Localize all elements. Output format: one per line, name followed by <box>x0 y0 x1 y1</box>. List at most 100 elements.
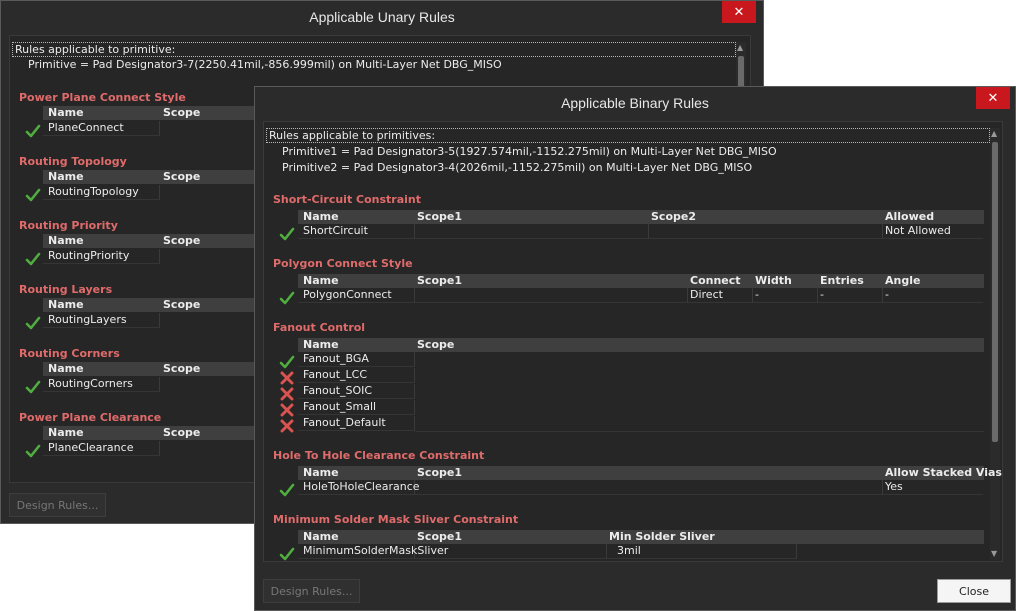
short-circuit-allowed-value: Not Allowed <box>883 224 983 239</box>
unary-scroll-up-icon[interactable]: ▲ <box>737 44 743 52</box>
binary-scrollbar[interactable]: ▲ ▼ <box>990 128 1000 560</box>
check-icon <box>25 380 41 394</box>
unary-section-title: Routing Topology <box>19 155 127 168</box>
polygon-connect-rule-name[interactable]: PolygonConnect <box>298 288 415 303</box>
solder-mask-value: 3mil <box>607 544 797 559</box>
binary-primitive2-text: Primitive2 = Pad Designator3-4(2026mil,-… <box>282 161 753 174</box>
polygon-connect-width-value: - <box>753 288 818 303</box>
unary-design-rules-button[interactable]: Design Rules... <box>9 493 106 517</box>
col-allowed: Allowed <box>885 210 935 223</box>
cross-icon <box>280 419 294 433</box>
unary-rule-name[interactable]: RoutingLayers <box>43 313 160 328</box>
unary-close-x-button[interactable]: ✕ <box>722 1 756 23</box>
col-scope1: Scope1 <box>417 210 462 223</box>
short-circuit-scope2-cell <box>649 224 883 239</box>
fanout-col-header: Name Scope <box>298 338 984 352</box>
cross-icon <box>280 371 294 385</box>
unary-rule-name[interactable]: PlaneClearance <box>43 441 160 456</box>
unary-section-title: Power Plane Connect Style <box>19 91 186 104</box>
short-circuit-col-header: Name Scope1 Scope2 Allowed <box>298 210 984 224</box>
fanout-rule-name[interactable]: Fanout_SOIC <box>298 384 415 399</box>
unary-rule-name[interactable]: PlaneConnect <box>43 121 160 136</box>
col-scope: Scope <box>163 170 201 183</box>
check-icon <box>279 291 295 305</box>
fanout-scope-cell <box>415 352 984 432</box>
col-scope2: Scope2 <box>651 210 696 223</box>
col-scope1: Scope1 <box>417 466 462 479</box>
short-circuit-rule-name[interactable]: ShortCircuit <box>298 224 415 239</box>
col-min-solder-sliver: Min Solder Sliver <box>609 530 715 543</box>
fanout-rule-name[interactable]: Fanout_LCC <box>298 368 415 383</box>
solder-mask-scope1-cell <box>415 544 607 559</box>
polygon-connect-angle-value: - <box>883 288 983 303</box>
short-circuit-scope1-cell <box>415 224 649 239</box>
polygon-connect-col-header: Name Scope1 Connect Width Entries Angle <box>298 274 984 288</box>
fanout-rule-name[interactable]: Fanout_BGA <box>298 352 415 367</box>
solder-mask-col-header: Name Scope1 Min Solder Sliver <box>298 530 984 544</box>
col-name: Name <box>303 274 339 287</box>
hole-to-hole-scope1-cell <box>415 480 883 495</box>
col-scope: Scope <box>163 426 201 439</box>
binary-scroll-thumb[interactable] <box>992 142 998 442</box>
col-scope: Scope <box>417 338 455 351</box>
unary-rules-header: Rules applicable to primitive: <box>12 42 736 57</box>
col-name: Name <box>303 530 339 543</box>
hole-to-hole-col-header: Name Scope1 Allow Stacked Vias <box>298 466 1002 480</box>
col-scope1: Scope1 <box>417 274 462 287</box>
fanout-rule-name[interactable]: Fanout_Default <box>298 416 415 431</box>
unary-rule-name[interactable]: RoutingTopology <box>43 185 160 200</box>
short-circuit-section-title: Short-Circuit Constraint <box>273 193 422 206</box>
close-button[interactable]: Close <box>937 579 1011 603</box>
col-name: Name <box>303 210 339 223</box>
binary-primitive1-text: Primitive1 = Pad Designator3-5(1927.574m… <box>282 145 777 158</box>
hole-to-hole-allow-value: Yes <box>883 480 983 495</box>
col-name: Name <box>48 170 84 183</box>
binary-rules-window: Applicable Binary Rules ✕ Rules applicab… <box>254 86 1016 611</box>
col-connect: Connect <box>690 274 741 287</box>
unary-section-title: Routing Layers <box>19 283 113 296</box>
cross-icon <box>280 403 294 417</box>
binary-close-x-button[interactable]: ✕ <box>976 87 1010 109</box>
col-scope: Scope <box>163 362 201 375</box>
solder-mask-section-title: Minimum Solder Mask Sliver Constraint <box>273 513 519 526</box>
solder-mask-rule-name[interactable]: MinimumSolderMaskSliver <box>298 544 448 559</box>
check-icon <box>279 483 295 497</box>
check-icon <box>25 252 41 266</box>
fanout-section-title: Fanout Control <box>273 321 366 334</box>
col-scope1: Scope1 <box>417 530 462 543</box>
col-name: Name <box>48 298 84 311</box>
polygon-connect-section-title: Polygon Connect Style <box>273 257 413 270</box>
unary-section-title: Routing Corners <box>19 347 120 360</box>
polygon-connect-connect-value: Direct <box>688 288 753 303</box>
col-name: Name <box>48 234 84 247</box>
col-entries: Entries <box>820 274 864 287</box>
unary-primitive-text: Primitive = Pad Designator3-7(2250.41mil… <box>28 58 502 71</box>
check-icon <box>279 547 295 561</box>
polygon-connect-scope1-cell <box>415 288 688 303</box>
binary-scroll-down-icon[interactable]: ▼ <box>991 550 997 558</box>
unary-section-title: Routing Priority <box>19 219 118 232</box>
cross-icon <box>280 387 294 401</box>
hole-to-hole-rule-name[interactable]: HoleToHoleClearance <box>298 480 420 495</box>
check-icon <box>279 227 295 241</box>
binary-design-rules-button[interactable]: Design Rules... <box>263 579 360 603</box>
fanout-rule-name[interactable]: Fanout_Small <box>298 400 415 415</box>
unary-rule-name[interactable]: RoutingCorners <box>43 377 160 392</box>
col-scope: Scope <box>163 298 201 311</box>
col-name: Name <box>303 466 339 479</box>
col-name: Name <box>48 362 84 375</box>
unary-section-title: Power Plane Clearance <box>19 411 162 424</box>
col-name: Name <box>48 106 84 119</box>
col-width: Width <box>755 274 792 287</box>
unary-rule-name[interactable]: RoutingPriority <box>43 249 160 264</box>
binary-rules-header: Rules applicable to primitives: <box>266 128 990 143</box>
col-name: Name <box>303 338 339 351</box>
binary-scroll-up-icon[interactable]: ▲ <box>991 130 997 138</box>
check-icon <box>279 355 295 369</box>
col-scope: Scope <box>163 106 201 119</box>
check-icon <box>25 188 41 202</box>
check-icon <box>25 124 41 138</box>
col-allow-stacked-vias: Allow Stacked Vias <box>885 466 1002 479</box>
check-icon <box>25 316 41 330</box>
col-scope: Scope <box>163 234 201 247</box>
